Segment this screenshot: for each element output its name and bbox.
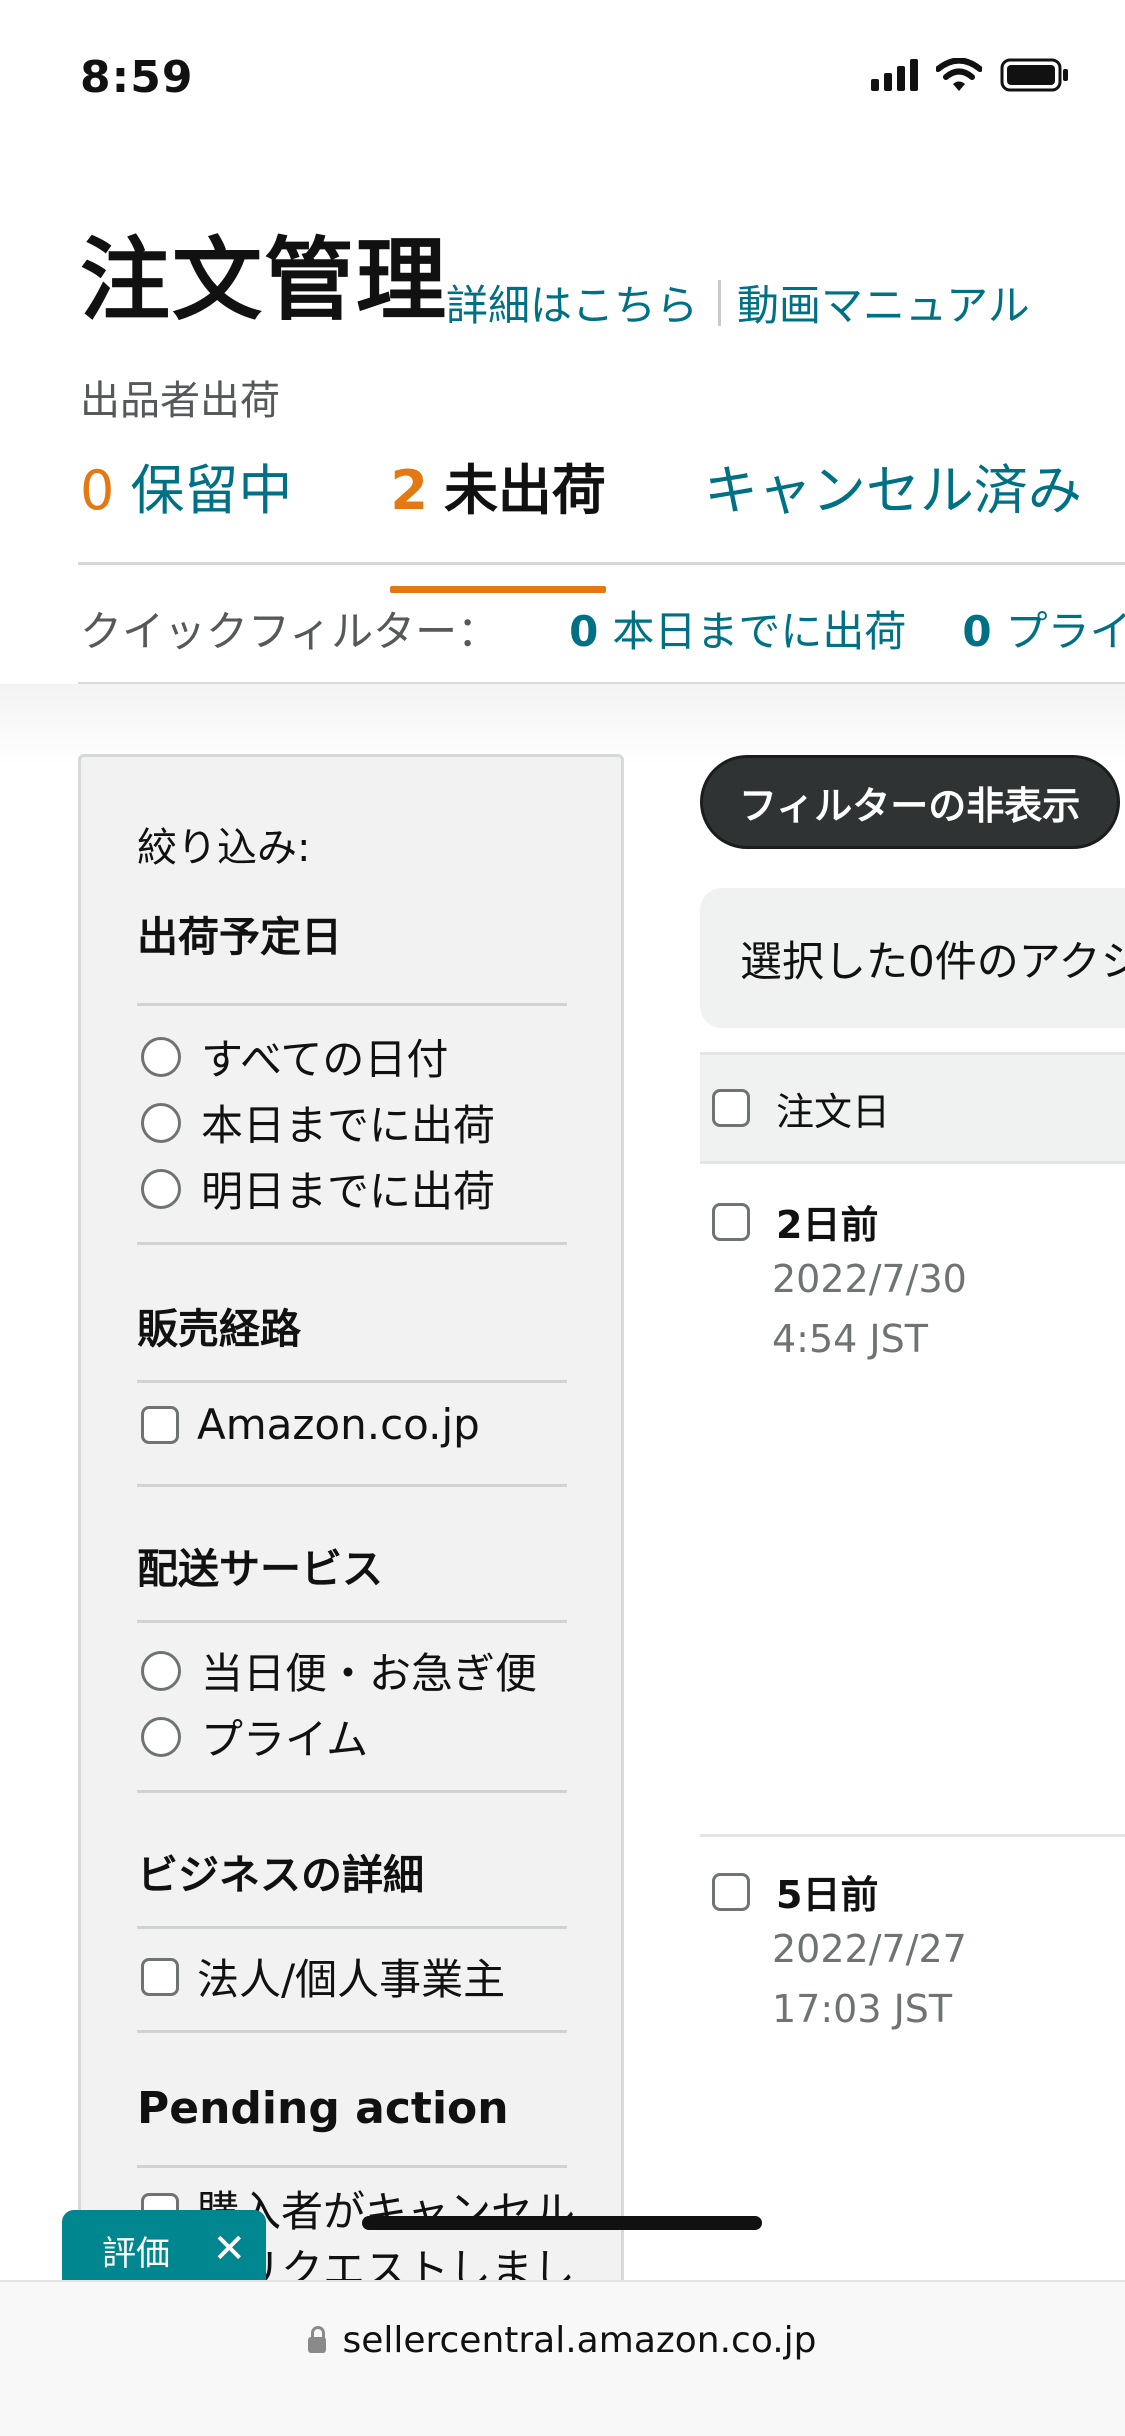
filter-option-all-dates[interactable]: すべての日付 xyxy=(141,1026,448,1087)
status-time: 8:59 xyxy=(80,52,194,103)
order-row: 2日前 2022/7/30 4:54 JST xyxy=(712,1194,967,1369)
filter-divider xyxy=(137,1242,567,1245)
tab-label: キャンセル済み xyxy=(703,459,1082,522)
orders-table-header: 注文日 xyxy=(700,1052,1125,1164)
quick-filter-text: プライム xyxy=(1005,607,1125,656)
filter-divider xyxy=(137,1484,567,1487)
tab-count: 2 xyxy=(390,459,428,522)
order-date: 2022/7/27 xyxy=(772,1927,967,1971)
filter-divider xyxy=(137,1926,567,1929)
bulk-action-bar: 選択した0件のアクション xyxy=(700,888,1125,1028)
select-all-checkbox[interactable] xyxy=(712,1089,750,1127)
order-status-tabs: 0 保留中 2 未出荷 キャンセル済み xyxy=(80,446,1125,593)
filter-divider xyxy=(137,2165,567,2168)
order-age-text: 2日前 xyxy=(776,1203,879,1247)
order-management-page: 8:59 注文管理 詳細はこちら 動画マニュアル 出品者出荷 0 保留中 2 未出荷 xyxy=(0,0,1125,2436)
page-title: 注文管理 xyxy=(80,228,448,333)
filter-divider xyxy=(137,1003,567,1006)
radio-button[interactable] xyxy=(141,1716,181,1757)
order-checkbox[interactable] xyxy=(712,1202,750,1241)
browser-address-bar: sellercentral.amazon.co.jp xyxy=(0,2280,1125,2436)
checkbox[interactable] xyxy=(141,1957,179,1996)
video-manual-link[interactable]: 動画マニュアル xyxy=(737,272,1030,333)
filter-option-ship-by-today[interactable]: 本日までに出荷 xyxy=(141,1092,495,1153)
filter-sidebar: 絞り込み: 出荷予定日 すべての日付 本日までに出荷 明日までに出荷 販売経路 … xyxy=(78,754,624,2404)
filter-heading-sales-channel: 販売経路 xyxy=(137,1305,301,1353)
order-row: 5日前 2022/7/27 17:03 JST xyxy=(712,1864,967,2039)
option-label: 明日までに出荷 xyxy=(201,1167,496,1216)
url-display[interactable]: sellercentral.amazon.co.jp xyxy=(0,2320,1125,2361)
filter-option-prime[interactable]: プライム xyxy=(141,1706,368,1767)
option-label: 本日までに出荷 xyxy=(201,1101,496,1150)
filter-heading-business: ビジネスの詳細 xyxy=(137,1851,424,1899)
order-age: 5日前 xyxy=(712,1864,967,1919)
order-age: 2日前 xyxy=(712,1194,967,1249)
tab-pending[interactable]: 0 保留中 xyxy=(80,446,292,525)
filter-option-business-customer[interactable]: 法人/個人事業主 xyxy=(141,1946,505,2007)
filter-heading-ship-date: 出荷予定日 xyxy=(137,913,342,961)
tab-cancelled[interactable]: キャンセル済み xyxy=(704,446,1082,525)
filter-option-amazon-jp[interactable]: Amazon.co.jp xyxy=(141,1400,480,1449)
details-link[interactable]: 詳細はこちら xyxy=(446,272,698,333)
quick-filter-text: 本日までに出荷 xyxy=(612,607,907,656)
option-label: すべての日付 xyxy=(201,1035,449,1084)
order-time: 4:54 JST xyxy=(772,1317,928,1361)
status-icons xyxy=(871,58,1070,92)
order-time: 17:03 JST xyxy=(772,1987,953,2031)
filter-title: 絞り込み: xyxy=(137,825,311,871)
filter-divider xyxy=(137,1790,567,1793)
close-icon[interactable]: ✕ xyxy=(212,2226,246,2272)
hide-filters-button[interactable]: フィルターの非表示 xyxy=(700,755,1120,849)
filter-option-ship-by-tomorrow[interactable]: 明日までに出荷 xyxy=(141,1158,495,1219)
filter-heading-pending-action: Pending action xyxy=(137,2083,509,2134)
tab-label: 保留中 xyxy=(130,459,293,522)
quick-filter-ship-today[interactable]: 0 本日までに出荷 xyxy=(569,598,906,659)
checkbox[interactable] xyxy=(141,1405,179,1444)
quick-filters: クイックフィルター： 0 本日までに出荷 0 プライム xyxy=(80,598,1125,659)
quick-filter-count: 0 xyxy=(962,607,992,656)
tab-label: 未出荷 xyxy=(443,459,606,522)
option-label: 当日便・お急ぎ便 xyxy=(201,1649,538,1698)
order-checkbox[interactable] xyxy=(712,1872,750,1911)
signal-icon xyxy=(871,59,918,91)
tab-unshipped[interactable]: 2 未出荷 xyxy=(390,446,606,593)
quick-filter-label: クイックフィルター： xyxy=(80,607,500,656)
bulk-action-text: 選択した0件のアクション xyxy=(740,936,1125,986)
battery-icon xyxy=(1000,58,1068,92)
tabs-divider xyxy=(78,562,1125,565)
radio-button[interactable] xyxy=(141,1036,181,1077)
header-links: 詳細はこちら 動画マニュアル xyxy=(446,272,1030,333)
radio-button[interactable] xyxy=(141,1102,181,1143)
feedback-label: 評価 xyxy=(102,2233,170,2274)
page-subtitle: 出品者出荷 xyxy=(80,378,280,424)
home-indicator[interactable] xyxy=(362,2216,762,2230)
lock-icon xyxy=(308,2325,327,2353)
order-age-text: 5日前 xyxy=(776,1873,879,1917)
filter-divider xyxy=(137,1380,567,1383)
option-label: プライム xyxy=(201,1715,369,1764)
link-divider xyxy=(718,279,722,326)
filter-option-same-day[interactable]: 当日便・お急ぎ便 xyxy=(141,1640,537,1701)
radio-button[interactable] xyxy=(141,1650,181,1691)
section-shadow xyxy=(0,684,1125,764)
column-header-order-date[interactable]: 注文日 xyxy=(776,1081,890,1136)
row-divider xyxy=(700,1834,1125,1837)
feedback-tab[interactable]: 評価 ✕ xyxy=(62,2210,266,2290)
option-label: Amazon.co.jp xyxy=(197,1400,480,1449)
filter-heading-shipping-service: 配送サービス xyxy=(137,1545,383,1593)
option-label: 法人/個人事業主 xyxy=(197,1955,506,2004)
order-date: 2022/7/30 xyxy=(772,1257,967,1301)
filter-divider xyxy=(137,2030,567,2033)
url-text: sellercentral.amazon.co.jp xyxy=(342,2320,817,2361)
wifi-icon xyxy=(936,58,982,91)
quick-filter-prime[interactable]: 0 プライム xyxy=(962,598,1125,659)
tab-count: 0 xyxy=(80,459,115,522)
quick-filter-count: 0 xyxy=(569,607,599,656)
radio-button[interactable] xyxy=(141,1168,181,1209)
filter-divider xyxy=(137,1620,567,1623)
